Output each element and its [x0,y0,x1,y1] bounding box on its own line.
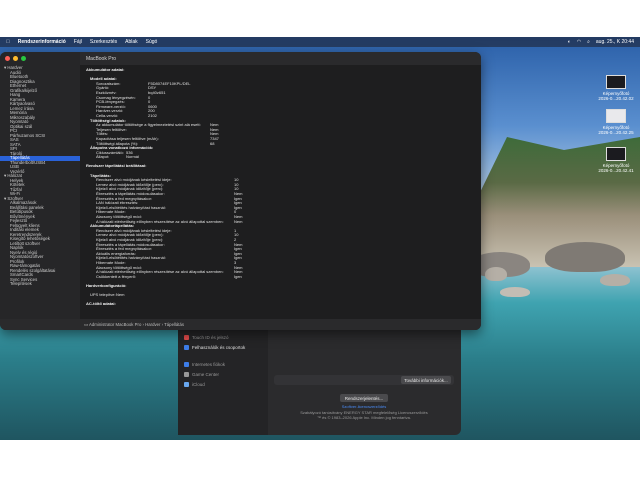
path-bar: ▭ Administrator MacBook Pro › Hardver › … [0,319,481,330]
sidebar: ▾ Hardver Audió Bluetooth Diagnosztika Ether… [0,52,80,319]
window-title: MacBook Pro [80,52,481,65]
path-bar-text: Administrator MacBook Pro › Hardver › Tá… [89,322,184,327]
sidebar-tree: ▾ Hardver Audió Bluetooth Diagnosztika Ether… [0,65,80,287]
zoom-button[interactable] [21,56,26,61]
users-icon [184,344,189,350]
screenshot-thumbnail [606,147,626,161]
rock-scenery [500,287,530,297]
rock-scenery [600,274,630,286]
menu-item-edit[interactable]: Szerkesztés [90,39,117,45]
section-heading: AC-töltő adatai: [86,301,116,307]
settings-item[interactable]: Touch ID és jelszó [184,333,229,341]
window-controls [5,56,26,61]
game-center-icon [184,371,189,377]
fingerprint-icon [184,334,189,340]
menu-item-window[interactable]: Ablak [125,39,138,45]
report-content: Akkumulátor adatai: Modell adatai: Sorozat… [80,65,481,319]
sidebar-item[interactable]: Telepítések [0,281,80,287]
minimize-button[interactable] [13,56,18,61]
desktop-file-label: Képernyőfotó 2026-0...20.42.41 [598,163,634,173]
wifi-icon[interactable]: ◠ [577,39,581,45]
rock-scenery [545,242,625,272]
clock[interactable]: aug. 25., K 20:44 [596,39,634,45]
apple-menu-icon[interactable]:  [6,39,10,45]
desktop-file[interactable]: Képernyőfotó 2026-0...20.42.41 [594,147,638,173]
control-center-icon[interactable]: ◐ [568,39,571,45]
about-this-mac-window: Internetfiókok és jelszavak Touch ID és … [178,320,461,435]
menu-item-file[interactable]: Fájl [74,39,82,45]
settings-item[interactable]: Felhasználók és csoportok [184,343,245,351]
system-information-window: ▾ Hardver Audió Bluetooth Diagnosztika Ether… [0,52,481,330]
footer-copyright: ™ és © 1983–2026 Apple Inc. Minden jog f… [317,415,411,420]
screenshot-thumbnail [606,109,626,123]
icloud-icon [184,381,189,387]
settings-item[interactable]: Internetes fiókok [184,360,225,368]
close-button[interactable] [5,56,10,61]
menu-bar:  Rendszerinformáció Fájl Szerkesztés Ab… [0,37,640,47]
rock-scenery [485,267,507,281]
desktop-file[interactable]: Képernyőfotó 2026-0...20.42.02 [594,75,638,101]
desktop:  Rendszerinformáció Fájl Szerkesztés Ab… [0,37,640,440]
system-report-button[interactable]: Rendszerjelentés... [340,394,388,402]
menu-item-help[interactable]: Súgó [146,39,158,45]
settings-item[interactable]: iCloud [184,380,205,388]
more-info-button[interactable]: További információk... [401,376,451,384]
desktop-file-label: Képernyőfotó 2026-0...20.42.25 [598,125,634,135]
at-icon [184,361,189,367]
desktop-file-label: Képernyőfotó 2026-0...20.42.02 [598,91,634,101]
settings-item[interactable]: Game Center [184,370,219,378]
screenshot-thumbnail [606,75,626,89]
search-icon[interactable]: ⌕ [587,39,590,45]
computer-icon: ▭ [84,322,89,327]
footer-link-license[interactable]: Szoftver-licencszerződés [274,404,454,409]
menu-app-name[interactable]: Rendszerinformáció [18,39,66,45]
desktop-file[interactable]: Képernyőfotó 2026-0...20.42.25 [594,109,638,135]
